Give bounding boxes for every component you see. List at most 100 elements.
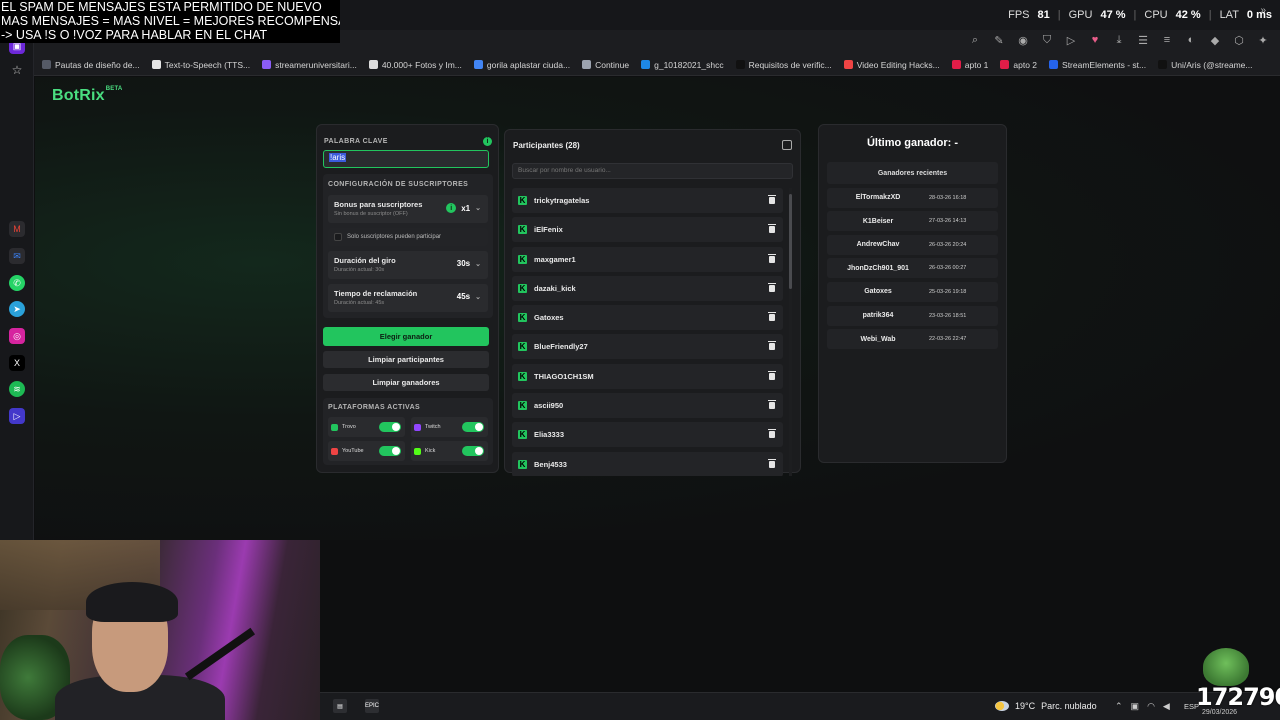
trash-icon[interactable] (768, 195, 776, 204)
participant-name: ascii950 (534, 401, 564, 411)
bookmark-item[interactable]: Pautas de diseño de... (42, 60, 140, 70)
bonus-info-icon[interactable]: i (446, 203, 457, 213)
only-subs-checkbox[interactable] (334, 233, 342, 241)
play-icon[interactable]: ▷ (1064, 34, 1078, 47)
bookmark-item[interactable]: apto 1 (951, 60, 988, 70)
trash-icon[interactable] (768, 400, 776, 410)
messenger-icon[interactable]: ✉ (9, 248, 25, 264)
shield-icon[interactable]: ⛉ (1040, 34, 1054, 47)
winner-date: 23-03-26 18:51 (929, 312, 967, 319)
platform-toggle[interactable] (379, 422, 401, 432)
cube-icon[interactable]: ⬡ (1232, 34, 1246, 47)
x-icon[interactable]: X (9, 355, 25, 371)
clear-participants-button[interactable]: Limpiar participantes (323, 351, 489, 368)
bookmark-item[interactable]: g_10182021_shcc (641, 60, 724, 70)
trash-icon[interactable] (768, 312, 776, 322)
player-icon[interactable]: ▷ (9, 408, 25, 424)
desktop-area (320, 540, 1280, 692)
trash-icon[interactable] (768, 370, 776, 380)
trash-icon[interactable] (768, 429, 776, 439)
kick-icon: K (518, 254, 527, 264)
pick-winner-button[interactable]: Elegir ganador (323, 327, 489, 346)
platform-label: Kick (425, 448, 436, 454)
participants-scrollbar[interactable] (789, 188, 792, 476)
whatsapp-icon[interactable]: ✆ (9, 275, 25, 291)
gmail-icon[interactable]: M (9, 221, 25, 237)
overlay-line-2: MAS MENSAJES = MAS NIVEL = MEJORES RECOM… (1, 14, 340, 28)
platform-toggle[interactable] (462, 446, 484, 456)
bookmark-item[interactable]: Text-to-Speech (TTS... (151, 60, 250, 70)
chevron-down-icon[interactable]: ⌄ (475, 260, 481, 268)
scroll-thumb[interactable] (789, 194, 792, 289)
screen: EL SPAM DE MENSAJES ESTA PERMITIDO DE NU… (0, 0, 1280, 720)
bookmark-item[interactable]: gorila aplastar ciuda... (473, 60, 570, 70)
trash-icon[interactable] (768, 253, 776, 263)
spotify-icon[interactable]: ≋ (9, 381, 25, 397)
bookmark-item[interactable]: Continue (582, 60, 629, 70)
edit-icon[interactable]: ✎ (992, 34, 1006, 47)
profile-icon[interactable]: ◐ (1184, 34, 1198, 47)
wifi-icon[interactable]: ◠ (1147, 701, 1155, 712)
chevron-down-icon[interactable]: ⌄ (475, 293, 481, 301)
trash-icon[interactable] (768, 341, 776, 351)
bonus-select[interactable]: x1 (461, 204, 470, 213)
keyword-label: PALABRA CLAVE (324, 138, 388, 145)
star-icon[interactable]: ☆ (9, 62, 25, 78)
kick-icon: K (518, 371, 527, 381)
botrix-page: BotRixBETA PALABRA CLAVE i !aris CONFIGU… (35, 77, 1280, 540)
menu-icon[interactable]: ≡ (1160, 34, 1174, 47)
bookmark-item[interactable]: Uni/Aris (@streame... (1158, 60, 1253, 70)
clear-winners-button[interactable]: Limpiar ganadores (323, 374, 489, 391)
bookmark-item[interactable]: StreamElements - st... (1049, 60, 1146, 70)
platform-toggle[interactable] (379, 446, 401, 456)
telegram-icon[interactable]: ➤ (9, 301, 25, 317)
bookmark-item[interactable]: Requisitos de verific... (735, 60, 832, 70)
spin-select[interactable]: 30s (457, 259, 470, 268)
heart-icon[interactable]: ♥ (1088, 34, 1102, 47)
participant-row: Ktrickytragatelas (512, 188, 783, 213)
bookmark-item[interactable]: Video Editing Hacks... (843, 60, 940, 70)
bookmark-favicon-icon (368, 60, 378, 69)
copy-icon[interactable] (782, 140, 792, 150)
zoom-icon[interactable]: ⌕ (968, 34, 982, 47)
participant-search-input[interactable]: Buscar por nombre de usuario... (512, 163, 793, 179)
info-icon[interactable]: i (483, 137, 492, 146)
bookmark-item[interactable]: apto 2 (1000, 60, 1037, 70)
trash-icon[interactable] (768, 458, 776, 468)
participant-name: maxgamer1 (534, 254, 576, 264)
epic-games-icon[interactable]: EPIC (365, 699, 379, 713)
overlay-line-3: -> USA !S O !VOZ PARA HABLAR EN EL CHAT (1, 28, 268, 42)
claim-time-option: Tiempo de reclamación Duración actual: 4… (328, 284, 488, 312)
download-icon[interactable]: ⤓ (1112, 34, 1126, 47)
ai-icon[interactable]: ✦ (1256, 34, 1270, 47)
trash-icon[interactable] (768, 224, 776, 234)
winner-row: Webi_Wab 22-03-26 22:47 (827, 329, 998, 350)
winner-name: AndrewChav (856, 241, 900, 249)
spin-duration-option: Duración del giro Duración actual: 30s 3… (328, 251, 488, 279)
winner-name: Webi_Wab (860, 335, 896, 343)
giveaway-config-panel: PALABRA CLAVE i !aris CONFIGURACIÓN DE S… (316, 124, 499, 473)
botrix-logo[interactable]: BotRixBETA (52, 86, 122, 105)
subscriber-bonus-option: Bonus para suscriptores Sin bonus de sus… (328, 195, 488, 223)
platform-toggle[interactable] (462, 422, 484, 432)
participant-name: BlueFriendly27 (534, 342, 588, 352)
chevron-down-icon[interactable]: ⌄ (475, 204, 481, 212)
bookmark-item[interactable]: 40.000+ Fotos y Im... (368, 60, 462, 70)
instagram-icon[interactable]: ◎ (9, 328, 25, 344)
chevron-up-icon[interactable]: ⌃ (1115, 701, 1123, 712)
platform-kick: Kick (411, 441, 488, 461)
sidebar-icon[interactable]: ☰ (1136, 34, 1150, 47)
camera-icon[interactable]: ◉ (1016, 34, 1030, 47)
bookmark-favicon-icon (262, 60, 272, 69)
keyword-input[interactable]: !aris (323, 150, 489, 168)
weather-widget[interactable]: 19°C Parc. nublado (995, 701, 1097, 711)
tray-app-icon[interactable]: ▣ (1131, 701, 1140, 712)
bookmark-item[interactable]: streameruniversitari... (262, 60, 357, 70)
volume-icon[interactable]: ◀ (1163, 701, 1170, 712)
cpu-label: CPU (1144, 9, 1168, 21)
trash-icon[interactable] (768, 282, 776, 292)
claim-select[interactable]: 45s (457, 292, 470, 301)
app-window-icon[interactable]: ▤ (333, 699, 347, 713)
only-subs-option[interactable]: Solo suscriptores pueden participar (328, 228, 488, 246)
extension-icon[interactable]: ◆ (1208, 34, 1222, 47)
